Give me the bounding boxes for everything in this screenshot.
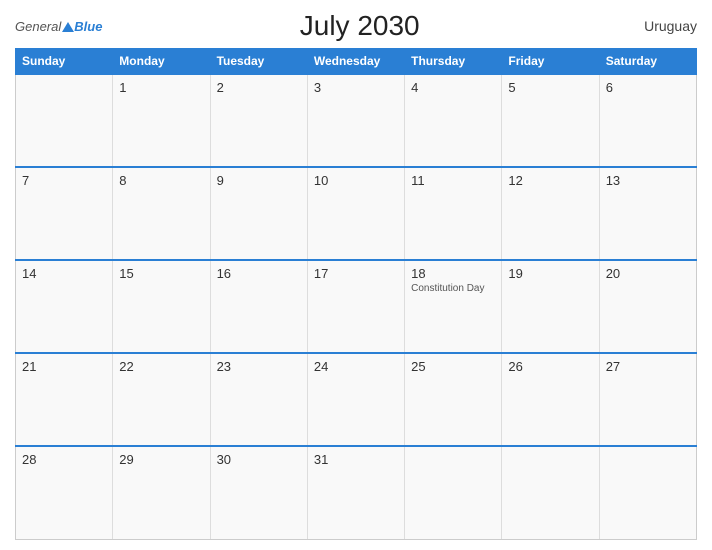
date-number: 5 (508, 80, 592, 95)
date-number: 31 (314, 452, 398, 467)
calendar-cell: 29 (113, 446, 210, 539)
calendar-cell: 13 (599, 167, 696, 260)
calendar-cell: 22 (113, 353, 210, 446)
calendar-cell: 26 (502, 353, 599, 446)
date-number: 6 (606, 80, 690, 95)
logo-blue-text: Blue (74, 20, 102, 33)
day-header-thursday: Thursday (405, 49, 502, 75)
date-number: 19 (508, 266, 592, 281)
calendar-cell: 24 (307, 353, 404, 446)
date-number: 3 (314, 80, 398, 95)
calendar-cell (16, 74, 113, 167)
calendar-cell: 4 (405, 74, 502, 167)
date-number: 9 (217, 173, 301, 188)
calendar-cell (599, 446, 696, 539)
date-number: 26 (508, 359, 592, 374)
calendar-cell (502, 446, 599, 539)
date-number: 12 (508, 173, 592, 188)
date-number: 30 (217, 452, 301, 467)
date-number: 8 (119, 173, 203, 188)
calendar-cell: 6 (599, 74, 696, 167)
calendar-table: Sunday Monday Tuesday Wednesday Thursday… (15, 48, 697, 540)
day-header-saturday: Saturday (599, 49, 696, 75)
country-label: Uruguay (617, 18, 697, 34)
calendar-cell: 12 (502, 167, 599, 260)
event-label: Constitution Day (411, 283, 495, 295)
date-number: 22 (119, 359, 203, 374)
date-number: 21 (22, 359, 106, 374)
days-header-row: Sunday Monday Tuesday Wednesday Thursday… (16, 49, 697, 75)
date-number: 24 (314, 359, 398, 374)
date-number: 14 (22, 266, 106, 281)
date-number: 28 (22, 452, 106, 467)
calendar-cell: 16 (210, 260, 307, 353)
calendar-cell: 14 (16, 260, 113, 353)
calendar-cell: 18 Constitution Day (405, 260, 502, 353)
calendar-cell: 31 (307, 446, 404, 539)
calendar-cell: 25 (405, 353, 502, 446)
calendar-cell: 5 (502, 74, 599, 167)
week-row-3: 14 15 16 17 18 Constitution Day 19 20 (16, 260, 697, 353)
calendar-cell: 7 (16, 167, 113, 260)
date-number: 11 (411, 173, 495, 188)
calendar-cell: 20 (599, 260, 696, 353)
calendar-cell: 30 (210, 446, 307, 539)
logo: General Blue (15, 20, 102, 33)
date-number: 7 (22, 173, 106, 188)
day-header-wednesday: Wednesday (307, 49, 404, 75)
header-row: General Blue July 2030 Uruguay (15, 10, 697, 42)
date-number: 18 (411, 266, 495, 281)
calendar-cell: 3 (307, 74, 404, 167)
date-number: 2 (217, 80, 301, 95)
calendar-title: July 2030 (102, 10, 617, 42)
date-number: 13 (606, 173, 690, 188)
date-number: 17 (314, 266, 398, 281)
day-header-sunday: Sunday (16, 49, 113, 75)
calendar-cell (405, 446, 502, 539)
logo-general-text: General (15, 20, 61, 33)
calendar-cell: 28 (16, 446, 113, 539)
calendar-cell: 8 (113, 167, 210, 260)
date-number: 15 (119, 266, 203, 281)
date-number: 27 (606, 359, 690, 374)
date-number: 23 (217, 359, 301, 374)
week-row-4: 21 22 23 24 25 26 27 (16, 353, 697, 446)
date-number: 1 (119, 80, 203, 95)
week-row-5: 28 29 30 31 (16, 446, 697, 539)
day-header-tuesday: Tuesday (210, 49, 307, 75)
calendar-cell: 9 (210, 167, 307, 260)
calendar-cell: 23 (210, 353, 307, 446)
date-number: 4 (411, 80, 495, 95)
calendar-cell: 15 (113, 260, 210, 353)
week-row-2: 789 10 11 12 13 (16, 167, 697, 260)
day-header-monday: Monday (113, 49, 210, 75)
calendar-cell: 17 (307, 260, 404, 353)
date-number: 20 (606, 266, 690, 281)
calendar-cell: 1 (113, 74, 210, 167)
calendar-cell: 19 (502, 260, 599, 353)
date-number: 16 (217, 266, 301, 281)
date-number: 29 (119, 452, 203, 467)
calendar-cell: 11 (405, 167, 502, 260)
calendar-cell: 21 (16, 353, 113, 446)
date-number: 25 (411, 359, 495, 374)
day-header-friday: Friday (502, 49, 599, 75)
week-row-1: 123456 (16, 74, 697, 167)
calendar-cell: 27 (599, 353, 696, 446)
logo-triangle-icon (62, 22, 74, 32)
date-number: 10 (314, 173, 398, 188)
calendar-cell: 2 (210, 74, 307, 167)
calendar-wrapper: General Blue July 2030 Uruguay Sunday Mo… (0, 0, 712, 550)
calendar-cell: 10 (307, 167, 404, 260)
